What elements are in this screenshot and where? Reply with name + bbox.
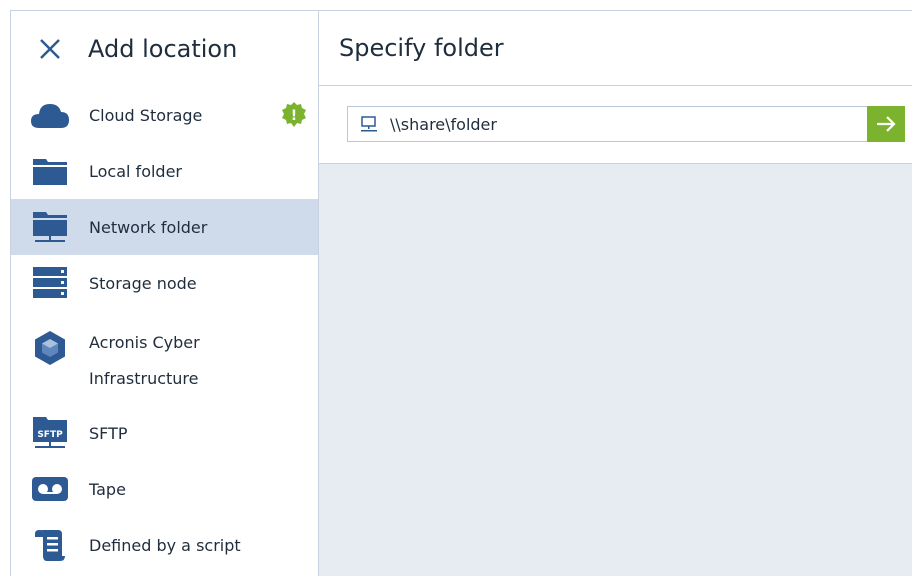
- network-share-icon: [361, 116, 377, 132]
- sidebar-item-label: Acronis Cyber Infrastructure: [89, 333, 200, 388]
- server-icon: [31, 266, 69, 300]
- sidebar-item-network-folder[interactable]: Network folder: [11, 199, 318, 255]
- sidebar-item-label: Tape: [89, 479, 126, 499]
- path-bar: [319, 86, 912, 164]
- warning-badge-icon: !: [280, 101, 308, 129]
- sidebar-header: Add location: [11, 11, 318, 87]
- sidebar: Add location Cloud Storage ! Local folde…: [11, 11, 319, 576]
- sidebar-item-cloud-storage[interactable]: Cloud Storage !: [11, 87, 318, 143]
- sidebar-item-sftp[interactable]: SFTP SFTP: [11, 405, 318, 461]
- path-field[interactable]: [347, 106, 867, 142]
- tape-icon: [31, 472, 69, 506]
- sidebar-item-label: Local folder: [89, 161, 182, 181]
- go-button[interactable]: [867, 106, 905, 142]
- network-folder-icon: [31, 210, 69, 244]
- close-icon: [40, 39, 60, 59]
- sidebar-item-acronis-cyber-infrastructure[interactable]: Acronis Cyber Infrastructure: [11, 311, 318, 405]
- dialog: Add location Cloud Storage ! Local folde…: [10, 10, 912, 576]
- main-header: Specify folder: [319, 11, 912, 86]
- arrow-right-icon: [877, 116, 896, 132]
- sidebar-item-label: Defined by a script: [89, 535, 241, 555]
- main-panel: Specify folder: [319, 11, 912, 576]
- folder-icon: [31, 154, 69, 188]
- path-input[interactable]: [388, 113, 832, 135]
- cube-icon: [31, 331, 69, 365]
- sidebar-item-label: SFTP: [89, 423, 128, 443]
- svg-text:SFTP: SFTP: [37, 430, 63, 440]
- svg-text:!: !: [291, 108, 297, 124]
- cloud-icon: [31, 98, 69, 132]
- page-title: Specify folder: [339, 34, 504, 62]
- sidebar-title: Add location: [88, 35, 238, 63]
- close-button[interactable]: [30, 29, 70, 69]
- sidebar-item-label: Cloud Storage: [89, 105, 203, 125]
- sidebar-item-label: Storage node: [89, 273, 197, 293]
- sidebar-item-storage-node[interactable]: Storage node: [11, 255, 318, 311]
- sidebar-item-tape[interactable]: Tape: [11, 461, 318, 517]
- sidebar-item-defined-by-script[interactable]: Defined by a script: [11, 517, 318, 573]
- sidebar-item-local-folder[interactable]: Local folder: [11, 143, 318, 199]
- script-icon: [31, 528, 69, 562]
- sidebar-item-label: Network folder: [89, 217, 208, 237]
- sftp-icon: SFTP: [31, 416, 69, 450]
